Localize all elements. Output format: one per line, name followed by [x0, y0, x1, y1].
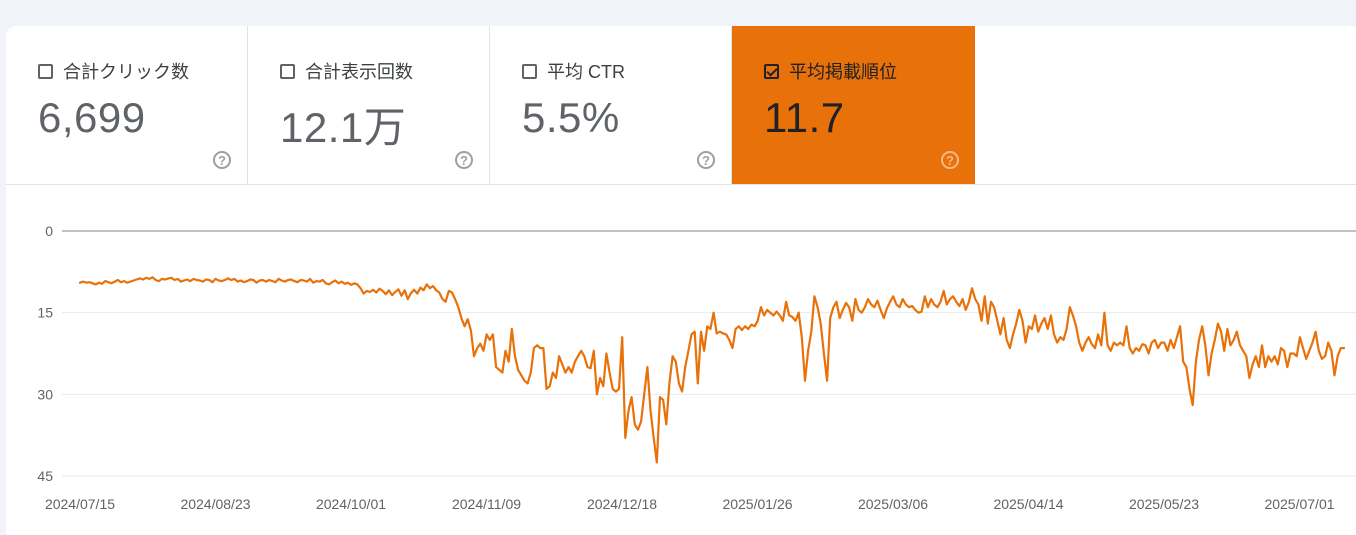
position-line-chart: 0 15 30 45 2024/07/15 2024/08/23 2024/10/01 202… [37, 223, 1356, 512]
x-tick-label: 2025/05/23 [1129, 496, 1199, 512]
x-tick-label: 2024/12/18 [587, 496, 657, 512]
x-tick-label: 2025/07/01 [1264, 496, 1334, 512]
series-line [78, 276, 1346, 464]
y-tick-label: 45 [37, 468, 53, 484]
x-tick-label: 2025/01/26 [722, 496, 792, 512]
x-tick-label: 2024/07/15 [45, 496, 115, 512]
x-tick-label: 2025/04/14 [993, 496, 1063, 512]
x-tick-label: 2025/03/06 [858, 496, 928, 512]
x-tick-label: 2024/11/09 [452, 496, 521, 512]
y-tick-label: 0 [45, 223, 53, 239]
y-tick-label: 30 [37, 386, 53, 402]
x-tick-label: 2024/08/23 [180, 496, 250, 512]
x-tick-label: 2024/10/01 [316, 496, 386, 512]
y-tick-label: 15 [37, 305, 53, 321]
